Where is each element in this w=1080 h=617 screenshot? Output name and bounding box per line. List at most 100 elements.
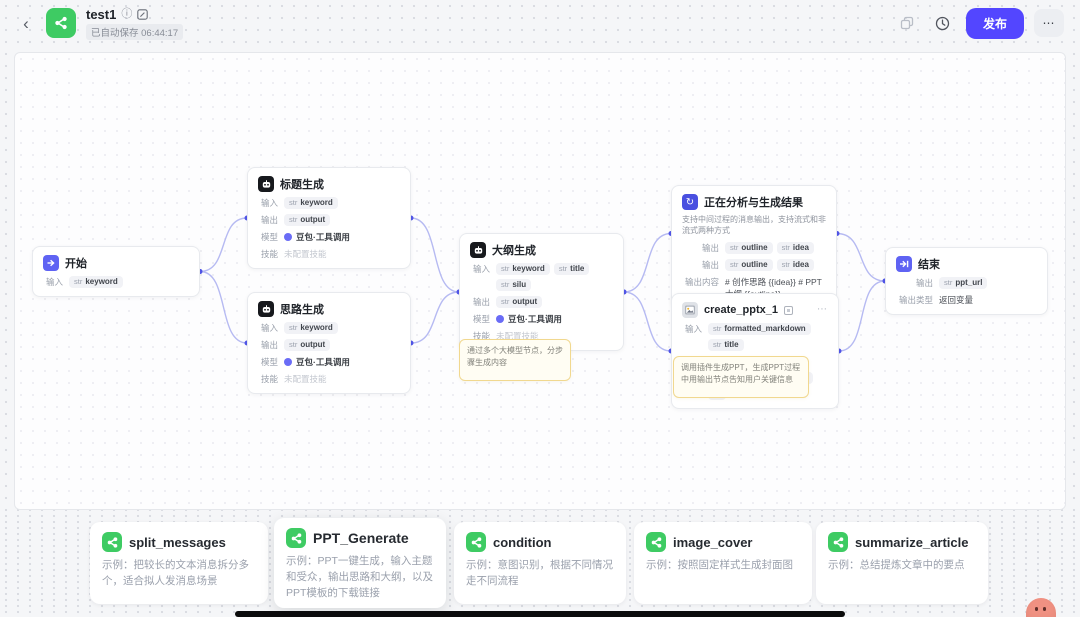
node-row: 技能未配置技能 — [258, 373, 400, 385]
plugin-badge-icon — [784, 306, 793, 315]
node-title: 大纲生成 — [492, 242, 536, 258]
mascot-character[interactable] — [1026, 598, 1056, 617]
workflow-canvas[interactable]: 开始 输入strkeyword 标题生成 输入 strkeyword 输出 strou… — [14, 52, 1066, 510]
llm-node-icon — [470, 242, 486, 258]
node-row: 输出 stroutline stridea — [682, 259, 826, 271]
var-pill: stroutline — [725, 242, 773, 254]
row-label: 输出 — [682, 259, 719, 271]
share-branch-icon — [470, 536, 483, 549]
row-label: 输出 — [470, 296, 490, 308]
row-label: 输入 — [682, 323, 702, 335]
model-value: 豆包·工具调用 — [496, 313, 562, 325]
node-title: 思路生成 — [280, 301, 324, 317]
model-dot-icon — [284, 358, 292, 366]
var-pill: stridea — [777, 259, 814, 271]
workflow-title: test1 — [86, 7, 116, 22]
publish-button[interactable]: 发布 — [966, 8, 1024, 39]
node-menu-button[interactable]: ⋯ — [817, 305, 828, 315]
share-branch-icon — [53, 15, 69, 31]
template-description: 示例：意图识别，根据不同情况走不同流程 — [466, 558, 614, 590]
share-branch-icon — [290, 532, 303, 545]
node-outline-gen[interactable]: 大纲生成 输入strkeywordstrtitlestrsilu输出strout… — [459, 233, 624, 351]
info-icon[interactable]: ⓘ — [121, 9, 132, 20]
row-label: 输入 — [258, 322, 278, 334]
template-card-PPT_Generate[interactable]: PPT_Generate 示例：PPT一键生成，输入主题和受众，输出思路和大纲，… — [274, 518, 446, 608]
var-pill: strppt_url — [939, 277, 987, 289]
node-message-output[interactable]: ↻ 正在分析与生成结果 支持中间过程的消息输出，支持流式和非流式两种方式 输出s… — [671, 185, 837, 309]
node-title-gen[interactable]: 标题生成 输入strkeyword输出stroutput模型豆包·工具调用技能未… — [247, 167, 411, 269]
sticky-note[interactable]: 调用插件生成PPT，生成PPT过程中用输出节点告知用户关键信息 — [673, 356, 809, 398]
template-card-condition[interactable]: condition 示例：意图识别，根据不同情况走不同流程 — [454, 522, 626, 604]
top-bar: ‹ test1 ⓘ 已自动保存 06:44:17 发布 ⋯ — [0, 0, 1080, 46]
end-node-icon — [896, 256, 912, 272]
template-description: 示例：按照固定样式生成封面图 — [646, 558, 800, 574]
var-pill: strtitle — [554, 263, 590, 275]
plugin-node-icon — [682, 302, 698, 318]
row-label: 模型 — [258, 231, 278, 243]
node-row: 输入 strkeyword — [258, 197, 400, 209]
var-pill: stroutput — [284, 339, 330, 351]
template-description: 示例：把较长的文本消息拆分多个，适合拟人发消息场景 — [102, 558, 256, 590]
model-value: 豆包·工具调用 — [284, 231, 350, 243]
template-description: 示例：总结提炼文章中的要点 — [828, 558, 976, 574]
var-pill: strkeyword — [284, 322, 338, 334]
node-row: 输入strformatted_markdownstrtitle — [682, 323, 828, 351]
var-pill: stroutput — [496, 296, 542, 308]
more-menu-button[interactable]: ⋯ — [1034, 9, 1064, 37]
edit-icon[interactable] — [137, 9, 148, 20]
row-value-muted: 未配置技能 — [284, 373, 327, 385]
template-card-split_messages[interactable]: split_messages 示例：把较长的文本消息拆分多个，适合拟人发消息场景 — [90, 522, 268, 604]
node-row: 输出类型返回变量 — [896, 294, 1037, 306]
node-row: 输出 stroutput — [470, 296, 613, 308]
node-title: 结束 — [918, 256, 940, 272]
node-silu-gen[interactable]: 思路生成 输入strkeyword输出stroutput模型豆包·工具调用技能未… — [247, 292, 411, 394]
node-row: 输入strkeyword — [43, 276, 189, 288]
model-dot-icon — [284, 233, 292, 241]
node-row: 技能未配置技能 — [258, 248, 400, 260]
history-icon[interactable] — [930, 10, 956, 36]
var-pill: strkeyword — [69, 276, 123, 288]
node-row: 输入strkeywordstrtitlestrsilu — [470, 263, 613, 291]
template-name: image_cover — [673, 535, 753, 550]
copy-icon[interactable] — [894, 10, 920, 36]
row-label: 输出内容 — [682, 276, 719, 288]
var-pill: stroutline — [725, 259, 773, 271]
node-row: 输入 strkeyword — [258, 322, 400, 334]
back-button[interactable]: ‹ — [16, 15, 36, 32]
row-value: 返回变量 — [939, 294, 973, 306]
template-card-summarize_article[interactable]: summarize_article 示例：总结提炼文章中的要点 — [816, 522, 988, 604]
llm-node-icon — [258, 176, 274, 192]
workflow-app-icon — [46, 8, 76, 38]
node-row: 输出strppt_url — [896, 277, 1037, 289]
row-label: 输入 — [258, 197, 278, 209]
var-pill: strkeyword — [496, 263, 550, 275]
var-pill: strformatted_markdown — [708, 323, 811, 335]
template-name: split_messages — [129, 535, 226, 550]
row-label: 输出类型 — [896, 294, 933, 306]
model-dot-icon — [496, 315, 504, 323]
var-pill: stridea — [777, 242, 814, 254]
var-pill: strkeyword — [284, 197, 338, 209]
node-title: 标题生成 — [280, 176, 324, 192]
workflow-icon — [286, 528, 306, 548]
row-label: 技能 — [258, 248, 278, 260]
share-branch-icon — [650, 536, 663, 549]
template-card-image_cover[interactable]: image_cover 示例：按照固定样式生成封面图 — [634, 522, 812, 604]
node-row: 模型豆包·工具调用 — [258, 356, 400, 368]
row-label: 输出 — [258, 214, 278, 226]
row-value-muted: 未配置技能 — [284, 248, 327, 260]
node-start[interactable]: 开始 输入strkeyword — [32, 246, 200, 297]
template-description: 示例：PPT一键生成，输入主题和受众，输出思路和大纲，以及PPT模板的下载链接 — [286, 554, 434, 601]
template-library: split_messages 示例：把较长的文本消息拆分多个，适合拟人发消息场景… — [0, 510, 1080, 617]
row-label: 模型 — [258, 356, 278, 368]
node-row: 输出 stroutput — [258, 214, 400, 226]
row-label: 输入 — [470, 263, 490, 275]
share-branch-icon — [106, 536, 119, 549]
message-node-icon: ↻ — [682, 194, 698, 210]
template-name: summarize_article — [855, 535, 968, 550]
node-end[interactable]: 结束 输出strppt_url 输出类型返回变量 — [885, 247, 1048, 315]
node-row: 输出stroutlinestridea — [682, 242, 826, 254]
var-pill: stroutput — [284, 214, 330, 226]
sticky-note[interactable]: 通过多个大模型节点，分步骤生成内容 — [459, 339, 571, 381]
node-title: create_pptx_1 — [704, 304, 778, 316]
